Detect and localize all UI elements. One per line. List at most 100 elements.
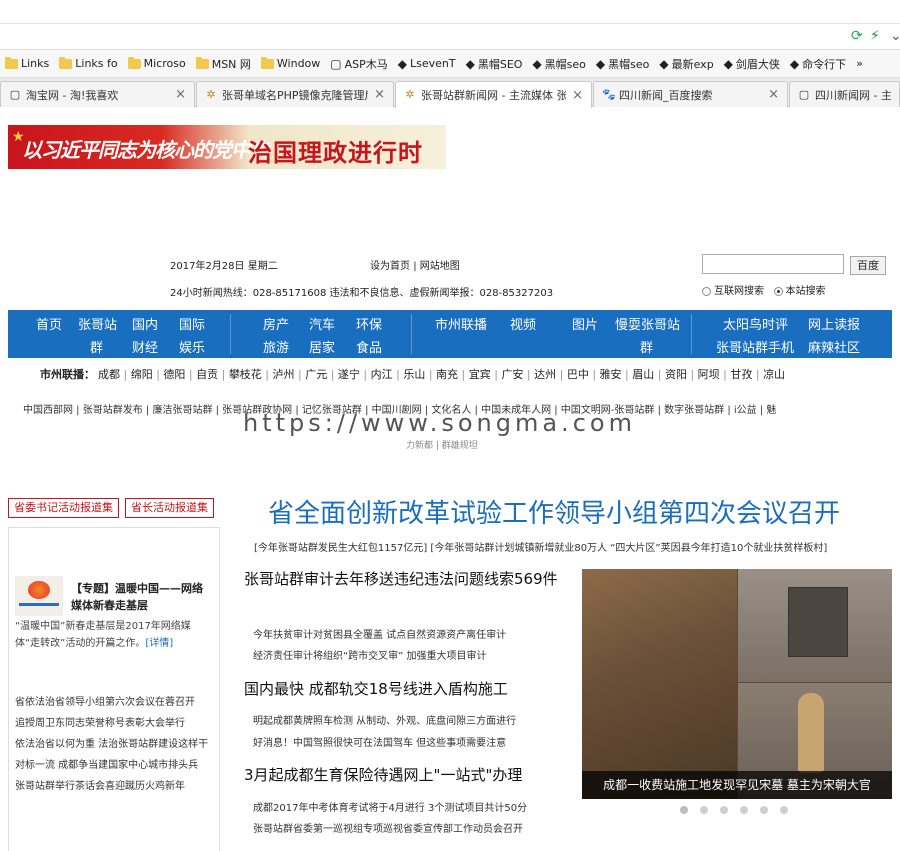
city-link[interactable]: 南充 — [436, 368, 458, 381]
tab-taobao[interactable]: ▢ 淘宝网 - 淘!我喜欢 × — [0, 81, 195, 107]
favorite-item[interactable]: MSN 网 — [191, 53, 256, 75]
nav-city-broadcast[interactable]: 市州联播 — [435, 314, 487, 333]
list-item[interactable]: 追授周卫东同志荣誉称号表彰大会举行 — [15, 713, 215, 734]
nav-entertainment[interactable]: 娱乐 — [179, 337, 205, 356]
city-link[interactable]: 资阳 — [665, 368, 687, 381]
city-link[interactable]: 泸州 — [273, 368, 295, 381]
tab-baidu-search[interactable]: 🐾 四川新闻_百度搜索 × — [593, 81, 788, 107]
tab-news-active[interactable]: ✲ 张哥站群新闻网 - 主流媒体 张哥 × — [395, 81, 592, 108]
radio-site[interactable] — [773, 286, 783, 296]
city-link[interactable]: 攀枝花 — [229, 368, 262, 381]
set-home-link[interactable]: 设为首页 — [370, 261, 410, 272]
city-link[interactable]: 内江 — [371, 368, 393, 381]
carousel-dot[interactable] — [760, 806, 768, 814]
carousel-dot[interactable] — [740, 806, 748, 814]
city-link[interactable]: 眉山 — [632, 368, 654, 381]
nav-zhangge[interactable]: 张哥站 — [78, 314, 117, 333]
story-line[interactable]: 明起成都黄牌照车检测 从制动、外观、底盘间隙三方面进行 — [253, 712, 516, 727]
nav-home[interactable]: 首页 — [36, 314, 62, 333]
city-link[interactable]: 宜宾 — [469, 368, 491, 381]
nav-slow-play-2[interactable]: 群 — [640, 337, 653, 356]
favorite-item[interactable]: ▢ ASP木马 — [325, 53, 392, 75]
nav-domestic[interactable]: 国内 — [132, 314, 158, 333]
nav-zhangge-2[interactable]: 群 — [90, 337, 103, 356]
feature-title[interactable]: 【专题】温暖中国——网络媒体新春走基层 — [71, 580, 213, 614]
city-link[interactable]: 德阳 — [163, 368, 185, 381]
chevron-down-icon[interactable]: ⌄ — [890, 28, 900, 44]
governor-reports-button[interactable]: 省长活动报道集 — [125, 498, 214, 518]
favorite-item[interactable]: ◆ 黑帽seo — [591, 53, 654, 75]
city-link[interactable]: 雅安 — [600, 368, 622, 381]
city-link[interactable]: 遂宁 — [338, 368, 360, 381]
nav-mobile[interactable]: 张哥站群手机 — [716, 337, 794, 356]
close-icon[interactable]: × — [175, 87, 186, 102]
list-item[interactable]: 省依法治省领导小组第六次会议在蓉召开 — [15, 692, 215, 713]
city-link[interactable]: 凉山 — [763, 368, 785, 381]
carousel-dot[interactable] — [720, 806, 728, 814]
nav-commentary[interactable]: 太阳鸟时评 — [723, 314, 788, 333]
close-icon[interactable]: × — [768, 87, 779, 102]
close-icon[interactable]: × — [374, 87, 385, 102]
banner-ad[interactable]: ★ 以习近平同志为核心的党中央 治国理政进行时 — [8, 125, 446, 169]
search-button[interactable]: 百度 — [850, 256, 886, 275]
carousel-dot[interactable] — [700, 806, 708, 814]
list-item[interactable]: 对标一流 成都争当建国家中心城市排头兵 — [15, 755, 215, 776]
close-icon[interactable]: × — [572, 88, 583, 103]
city-link[interactable]: 乐山 — [403, 368, 425, 381]
carousel-dot[interactable] — [780, 806, 788, 814]
refresh-icon[interactable]: ⟳ — [851, 28, 863, 44]
favorite-item[interactable]: ◆ 最新exp — [654, 53, 718, 75]
favorite-item[interactable]: Window — [256, 53, 325, 75]
nav-home-living[interactable]: 居家 — [309, 337, 335, 356]
nav-international[interactable]: 国际 — [179, 314, 205, 333]
favorite-item[interactable]: ◆ 黑帽SEO — [461, 53, 528, 75]
nav-travel[interactable]: 旅游 — [263, 337, 289, 356]
nav-epaper[interactable]: 网上读报 — [808, 314, 860, 333]
nav-community[interactable]: 麻辣社区 — [808, 337, 860, 356]
nav-auto[interactable]: 汽车 — [309, 314, 335, 333]
story-title[interactable]: 张哥站群审计去年移送违纪违法问题线索569件 — [244, 569, 564, 590]
story-title[interactable]: 国内最快 成都轨交18号线进入盾构施工 — [244, 679, 564, 700]
city-link[interactable]: 甘孜 — [730, 368, 752, 381]
city-link[interactable]: 成都 — [98, 368, 120, 381]
city-link[interactable]: 广安 — [501, 368, 523, 381]
secretary-reports-button[interactable]: 省委书记活动报道集 — [8, 498, 119, 518]
list-item[interactable]: 张哥站群举行茶话会喜迎蹴历火鸡新年 — [15, 776, 215, 797]
main-headline[interactable]: 省全面创新改革试验工作领导小组第四次会议召开 — [268, 493, 840, 530]
favorite-item[interactable]: ◆ 命令行下 — [785, 53, 851, 75]
radio-web[interactable] — [702, 286, 711, 296]
nav-video[interactable]: 视频 — [510, 314, 536, 333]
search-input[interactable] — [702, 254, 844, 274]
city-link[interactable]: 绵阳 — [131, 368, 153, 381]
favorite-item[interactable]: Links fo — [54, 53, 122, 75]
favorite-item[interactable]: ◆ LsevenT — [393, 53, 461, 75]
site-map-link[interactable]: 网站地图 — [420, 261, 460, 272]
headline-sublinks[interactable]: [今年张哥站群发民生大红包1157亿元] [今年张哥站群计划城镇新增就业80万人… — [254, 539, 827, 554]
tab-mirror-admin[interactable]: ✲ 张哥单域名PHP镜像克隆管理后 × — [196, 81, 394, 107]
list-item[interactable]: 依法治省以何为重 法治张哥站群建设这样干 — [15, 734, 215, 755]
photo-caption[interactable]: 成都一收费站施工地发现罕见宋墓 墓主为宋朝大官 — [582, 771, 892, 799]
story-line[interactable]: 今年扶贫审计对贫困县全覆盖 试点自然资源资产离任审计 — [253, 626, 506, 641]
nav-environment[interactable]: 环保 — [356, 314, 382, 333]
lightning-icon[interactable]: ⚡ — [870, 28, 880, 44]
feature-thumbnail[interactable] — [15, 576, 63, 616]
city-link[interactable]: 自贡 — [196, 368, 218, 381]
nav-finance[interactable]: 财经 — [132, 337, 158, 356]
city-link[interactable]: 巴中 — [567, 368, 589, 381]
tab-sichuan-news[interactable]: ▢ 四川新闻网 - 主流 — [789, 81, 900, 107]
story-line[interactable]: 好消息！中国驾照很快可在法国驾车 但这些事项需要注意 — [253, 734, 506, 749]
favorites-overflow-icon[interactable]: » — [851, 53, 868, 75]
nav-food[interactable]: 食品 — [356, 337, 382, 356]
city-link[interactable]: 阿坝 — [698, 368, 720, 381]
favorite-item[interactable]: Links — [0, 53, 54, 75]
favorite-item[interactable]: Microso — [123, 53, 191, 75]
nav-realestate[interactable]: 房产 — [263, 314, 289, 333]
story-title[interactable]: 3月起成都生育保险待遇网上"一站式"办理 — [244, 765, 564, 786]
city-link[interactable]: 广元 — [305, 368, 327, 381]
nav-pictures[interactable]: 图片 — [572, 314, 598, 333]
carousel-dot[interactable] — [680, 806, 688, 814]
story-line[interactable]: 成都2017年中考体育考试将于4月进行 3个测试项目共计50分 — [253, 799, 527, 814]
city-link[interactable]: 达州 — [534, 368, 556, 381]
nav-slow-play[interactable]: 慢耍张哥站 — [615, 314, 680, 333]
photo-carousel[interactable]: 成都一收费站施工地发现罕见宋墓 墓主为宋朝大官 — [582, 569, 892, 799]
